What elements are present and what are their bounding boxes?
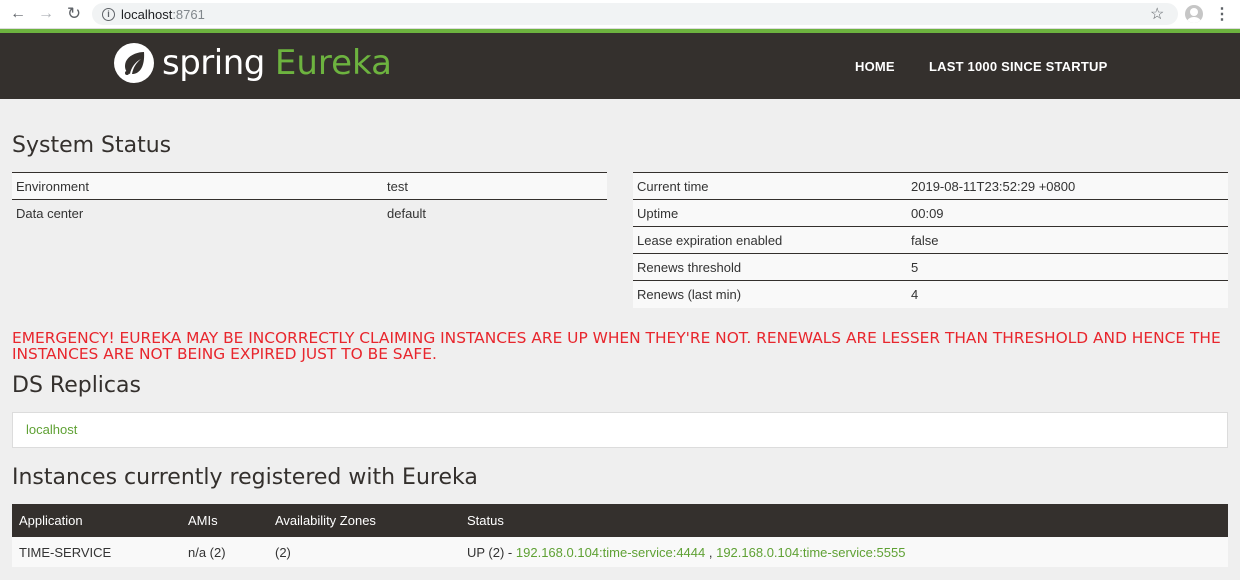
- column-header-status: Status: [460, 504, 1228, 537]
- status-separator: ,: [705, 544, 717, 560]
- url-host: localhost: [121, 6, 173, 22]
- profile-avatar-icon[interactable]: [1185, 5, 1203, 23]
- status-prefix: UP (2) -: [467, 544, 516, 560]
- url-port: :8761: [172, 6, 205, 22]
- nav-home-link[interactable]: HOME: [855, 59, 895, 74]
- spring-eureka-logo[interactable]: spring Eureka: [114, 43, 392, 83]
- bookmark-star-icon[interactable]: ☆: [1150, 4, 1164, 24]
- status-key: Lease expiration enabled: [633, 226, 907, 254]
- table-row: TIME-SERVICE n/a (2) (2) UP (2) - 192.16…: [12, 537, 1228, 567]
- address-bar[interactable]: i localhost:8761: [92, 3, 1178, 25]
- status-value: default: [383, 199, 607, 227]
- status-key: Current time: [633, 172, 907, 200]
- table-row: Current time 2019-08-11T23:52:29 +0800: [633, 172, 1228, 200]
- table-row: Lease expiration enabled false: [633, 226, 1228, 254]
- instances-table: Application AMIs Availability Zones Stat…: [12, 504, 1228, 567]
- table-row: Renews (last min) 4: [633, 280, 1228, 308]
- system-status-right-table: Current time 2019-08-11T23:52:29 +0800 U…: [633, 172, 1228, 308]
- browser-menu-icon[interactable]: ⋮: [1214, 4, 1230, 24]
- spring-leaf-icon: [114, 43, 154, 83]
- status-value: test: [383, 172, 607, 200]
- instance-status: UP (2) - 192.168.0.104:time-service:4444…: [460, 537, 1228, 567]
- status-value: 2019-08-11T23:52:29 +0800: [907, 172, 1228, 200]
- instance-application: TIME-SERVICE: [12, 537, 181, 567]
- browser-toolbar: ← → ↻ i localhost:8761 ☆ ⋮: [0, 0, 1240, 29]
- logo-eureka-text: Eureka: [274, 43, 392, 83]
- column-header-amis: AMIs: [181, 504, 268, 537]
- reload-icon[interactable]: ↻: [60, 0, 88, 28]
- site-header: spring Eureka HOME LAST 1000 SINCE START…: [0, 33, 1240, 99]
- status-key: Data center: [12, 199, 383, 227]
- status-key: Environment: [12, 172, 383, 200]
- logo-spring-text: spring: [162, 43, 265, 83]
- instance-link-5555[interactable]: 192.168.0.104:time-service:5555: [716, 545, 905, 560]
- column-header-zones: Availability Zones: [268, 504, 460, 537]
- instance-link-4444[interactable]: 192.168.0.104:time-service:4444: [516, 545, 705, 560]
- system-status-left-table: Environment test Data center default: [12, 172, 607, 227]
- nav-last-1000-link[interactable]: LAST 1000 SINCE STARTUP: [929, 59, 1107, 74]
- status-value: 5: [907, 253, 1228, 281]
- status-key: Uptime: [633, 199, 907, 227]
- table-row: Uptime 00:09: [633, 199, 1228, 227]
- emergency-warning: EMERGENCY! EUREKA MAY BE INCORRECTLY CLA…: [12, 329, 1221, 363]
- status-value: 4: [907, 280, 1228, 308]
- status-key: Renews threshold: [633, 253, 907, 281]
- table-row: Renews threshold 5: [633, 253, 1228, 281]
- status-value: 00:09: [907, 199, 1228, 227]
- table-header-row: Application AMIs Availability Zones Stat…: [12, 504, 1228, 537]
- instance-zones: (2): [268, 537, 460, 567]
- ds-replicas-heading: DS Replicas: [12, 373, 141, 398]
- status-key: Renews (last min): [633, 280, 907, 308]
- column-header-application: Application: [12, 504, 181, 537]
- site-info-icon[interactable]: i: [102, 7, 115, 21]
- back-icon[interactable]: ←: [4, 0, 32, 28]
- instances-heading: Instances currently registered with Eure…: [12, 465, 478, 490]
- table-row: Data center default: [12, 199, 607, 227]
- ds-replicas-list: localhost: [12, 412, 1228, 448]
- instance-amis: n/a (2): [181, 537, 268, 567]
- table-row: Environment test: [12, 172, 607, 200]
- replica-link-localhost[interactable]: localhost: [26, 422, 77, 437]
- system-status-heading: System Status: [12, 133, 172, 158]
- forward-icon[interactable]: →: [32, 0, 60, 28]
- status-value: false: [907, 226, 1228, 254]
